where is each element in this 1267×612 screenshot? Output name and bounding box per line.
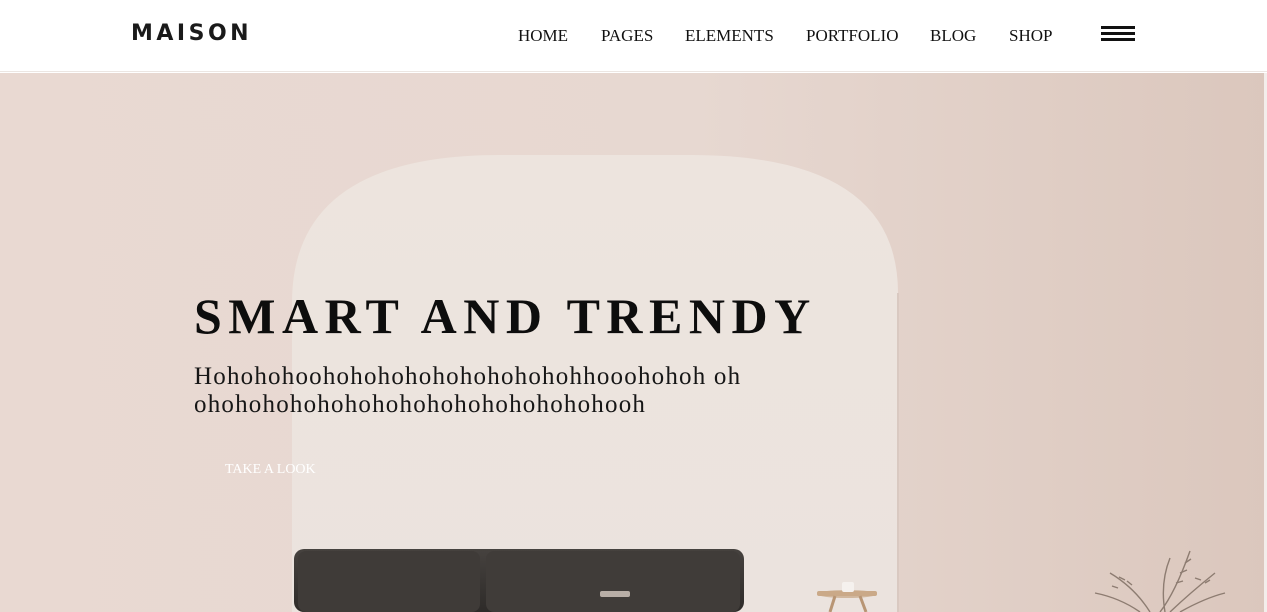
hero-section: SMART AND TRENDY Hohohohoohohohohohohoho… (0, 73, 1267, 612)
hero-title: SMART AND TRENDY (194, 288, 817, 344)
site-header: MAISON HOME PAGES ELEMENTS PORTFOLIO BLO… (0, 0, 1267, 72)
nav-home[interactable]: HOME (518, 24, 568, 48)
sofa-illustration (294, 549, 744, 612)
hero-subtitle: Hohohohoohohohohohohohohohohhooohohoh oh… (194, 363, 742, 418)
nav-elements[interactable]: ELEMENTS (685, 24, 774, 48)
nav-shop[interactable]: SHOP (1009, 24, 1052, 48)
nav-pages[interactable]: PAGES (601, 24, 653, 48)
take-a-look-button[interactable]: TAKE A LOOK (225, 461, 316, 479)
nav-blog[interactable]: BLOG (930, 24, 976, 48)
hamburger-menu-icon[interactable] (1101, 26, 1135, 42)
nav-portfolio[interactable]: PORTFOLIO (806, 24, 899, 48)
site-logo[interactable]: MAISON (131, 20, 252, 48)
